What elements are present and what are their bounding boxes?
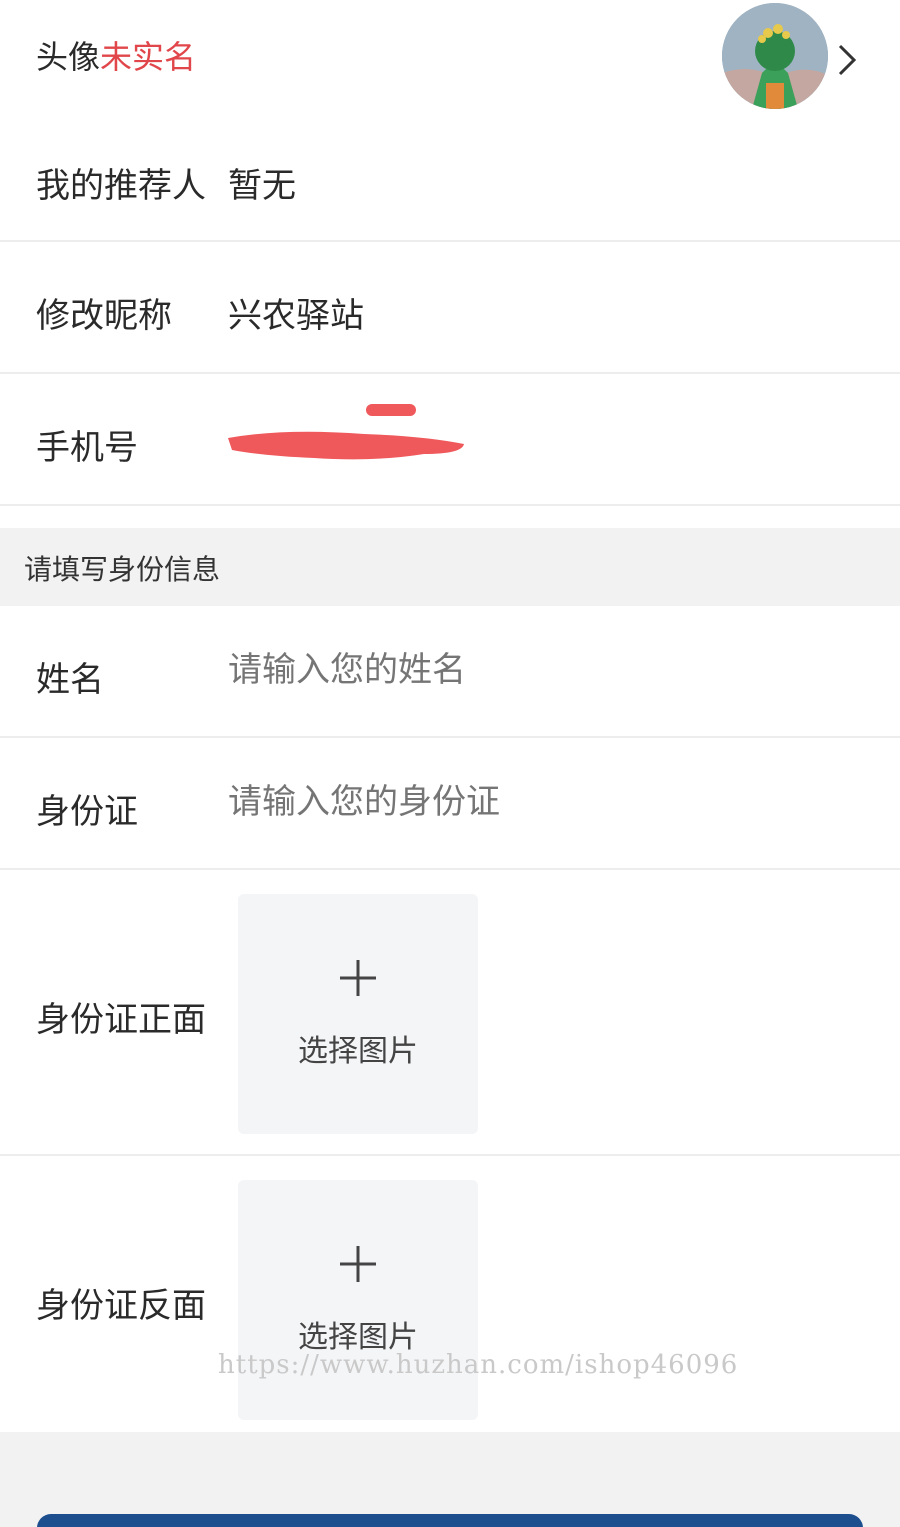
submit-button[interactable] [37, 1514, 863, 1527]
nickname-label: 修改昵称 [36, 296, 172, 336]
identity-section-header: 请填写身份信息 [0, 528, 900, 606]
id-front-upload[interactable]: 选择图片 [238, 894, 478, 1134]
id-number-input[interactable] [228, 782, 828, 822]
id-back-row: 身份证反面 选择图片 [0, 1156, 900, 1432]
id-label: 身份证 [36, 792, 138, 832]
id-back-label: 身份证反面 [36, 1286, 206, 1326]
nickname-value[interactable]: 兴农驿站 [228, 288, 364, 337]
name-label: 姓名 [36, 660, 104, 700]
avatar[interactable] [722, 3, 828, 109]
referrer-label: 我的推荐人 [36, 166, 206, 206]
plus-icon [340, 1246, 376, 1282]
name-row: 姓名 [0, 606, 900, 736]
phone-redaction [228, 404, 464, 460]
avatar-row[interactable]: 头像未实名 [0, 0, 900, 112]
avatar-label: 头像未实名 [36, 32, 196, 78]
id-row: 身份证 [0, 738, 900, 868]
footer-area [0, 1432, 900, 1527]
phone-row: 手机号 [0, 374, 900, 504]
divider [0, 504, 900, 506]
avatar-label-text: 头像 [36, 38, 101, 76]
referrer-value: 暂无 [228, 166, 296, 206]
watermark: https://www.huzhan.com/ishop46096 [218, 1350, 739, 1380]
section-title: 请填写身份信息 [24, 553, 221, 586]
phone-label: 手机号 [36, 428, 138, 468]
verify-status: 未实名 [100, 38, 197, 76]
referrer-row: 我的推荐人 暂无 [0, 112, 900, 240]
name-input[interactable] [228, 650, 828, 690]
nickname-row[interactable]: 修改昵称 兴农驿站 [0, 242, 900, 372]
id-back-upload[interactable]: 选择图片 [238, 1180, 478, 1420]
upload-label: 选择图片 [298, 1034, 418, 1069]
id-front-row: 身份证正面 选择图片 [0, 870, 900, 1154]
plus-icon [340, 960, 376, 996]
id-front-label: 身份证正面 [36, 1000, 206, 1040]
chevron-right-icon[interactable] [832, 38, 860, 82]
